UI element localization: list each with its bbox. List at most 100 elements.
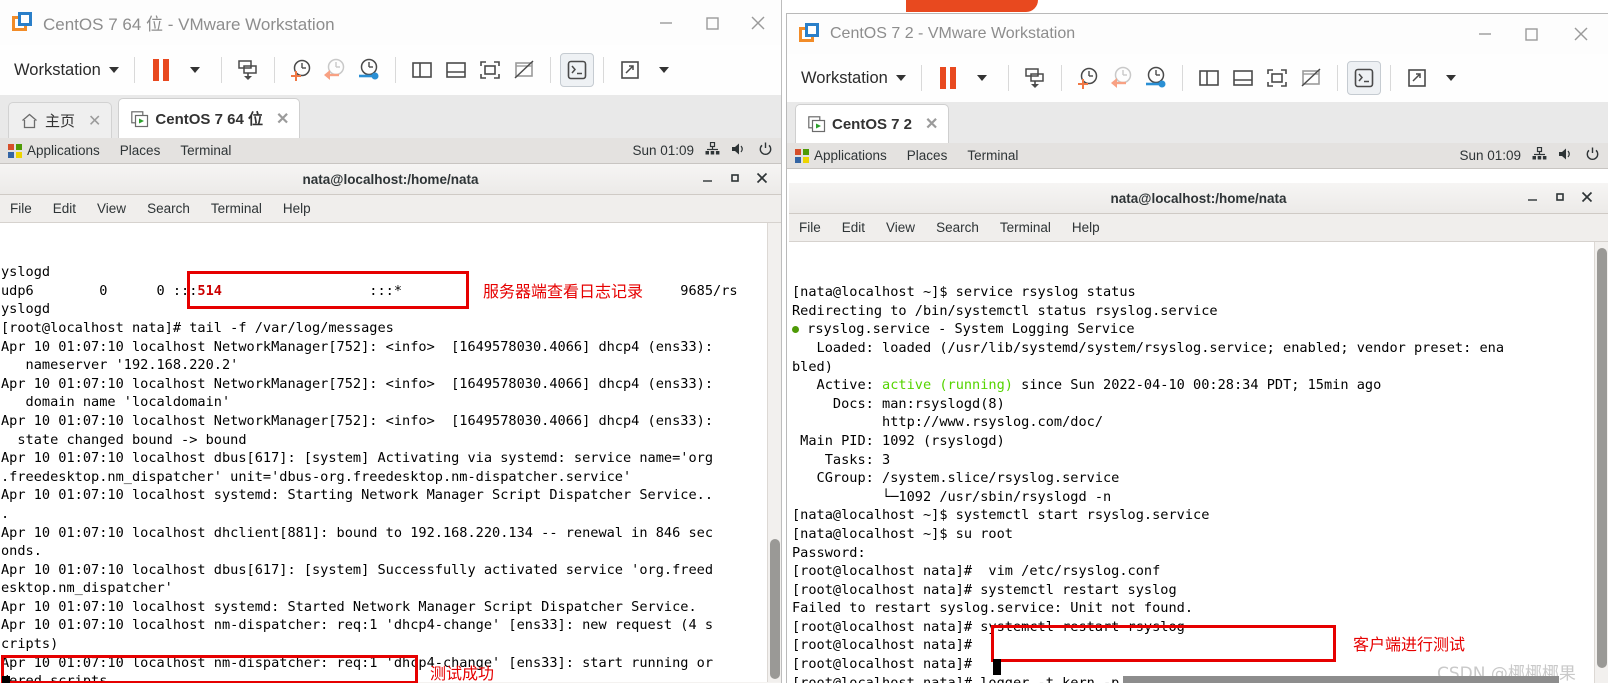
menu-edit[interactable]: Edit — [53, 201, 76, 216]
terminal-text: state changed bound -> bound — [1, 431, 247, 448]
workstation-menu-button[interactable]: Workstation — [8, 61, 125, 80]
console-view-button[interactable] — [559, 53, 594, 87]
terminal-text: onds. — [1, 543, 42, 560]
close-icon[interactable]: ✕ — [925, 114, 938, 134]
maximize-button[interactable] — [728, 171, 741, 187]
terminal-right-scrollbar[interactable] — [1594, 242, 1608, 683]
terminal-left-scrollbar[interactable] — [767, 223, 781, 682]
menu-file[interactable]: File — [799, 220, 821, 235]
gnome-clock[interactable]: Sun 01:09 — [1459, 148, 1521, 163]
terminal-line: [root@localhost nata]# tail -f /var/log/… — [1, 319, 781, 338]
close-button[interactable] — [1580, 190, 1594, 207]
menu-view[interactable]: View — [97, 201, 126, 216]
pause-dropdown-button[interactable] — [965, 61, 999, 95]
close-button[interactable] — [1554, 14, 1608, 54]
terminal-line: Tasks: 3 — [792, 451, 1608, 470]
chevron-down-icon — [895, 75, 906, 81]
expand-button[interactable] — [1400, 61, 1434, 95]
menu-terminal[interactable]: Terminal — [211, 201, 262, 216]
gnome-applications-menu[interactable]: Applications — [8, 143, 100, 158]
minimize-button[interactable] — [701, 171, 714, 187]
unity-mode-button[interactable] — [507, 53, 541, 87]
menu-help[interactable]: Help — [1072, 220, 1100, 235]
snapshot-manager-button[interactable] — [1139, 61, 1173, 95]
close-button[interactable] — [735, 0, 781, 45]
power-icon[interactable] — [758, 142, 773, 160]
menu-search[interactable]: Search — [147, 201, 190, 216]
expand-button[interactable] — [613, 53, 647, 87]
full-screen-button[interactable] — [1260, 61, 1294, 95]
snapshot-take-button[interactable] — [1018, 61, 1052, 95]
left-window-controls — [643, 0, 781, 45]
minimize-button[interactable] — [1526, 190, 1539, 206]
expand-dropdown-button[interactable] — [1434, 61, 1468, 95]
scrollbar-thumb[interactable] — [770, 539, 780, 679]
network-icon[interactable] — [705, 141, 720, 159]
terminal-right-output[interactable]: [nata@localhost ~]$ service rsyslog stat… — [789, 242, 1608, 683]
maximize-button[interactable] — [1553, 190, 1566, 206]
gnome-terminal-menu[interactable]: Terminal — [967, 148, 1018, 163]
menu-view[interactable]: View — [886, 220, 915, 235]
power-icon[interactable] — [1585, 147, 1600, 165]
gnome-applications-menu[interactable]: Applications — [795, 148, 887, 163]
gnome-places-menu[interactable]: Places — [120, 143, 161, 158]
tab-centos7-64[interactable]: CentOS 7 64 位 ✕ — [118, 98, 301, 138]
workstation-menu-label: Workstation — [801, 68, 888, 87]
snapshot-take-button[interactable] — [231, 53, 265, 87]
terminal-line: Password: — [792, 544, 1608, 563]
network-icon[interactable] — [1532, 146, 1547, 164]
gnome-places-menu[interactable]: Places — [907, 148, 948, 163]
snapshot-revert-button[interactable] — [318, 53, 352, 87]
terminal-line: Apr 10 01:07:10 localhost nm-dispatcher:… — [1, 616, 781, 635]
menu-edit[interactable]: Edit — [842, 220, 865, 235]
chevron-down-icon — [976, 75, 987, 81]
pause-button[interactable] — [144, 53, 178, 87]
annotation-server-view-log: 服务器端查看日志记录 — [483, 282, 644, 301]
snapshot-manager-button[interactable] — [352, 53, 386, 87]
menu-search[interactable]: Search — [936, 220, 979, 235]
terminal-line: Failed to restart syslog.service: Unit n… — [792, 599, 1608, 618]
menu-file[interactable]: File — [10, 201, 32, 216]
snapshot-revert-button[interactable] — [1105, 61, 1139, 95]
chevron-down-icon — [658, 67, 669, 73]
gnome-clock[interactable]: Sun 01:09 — [632, 143, 694, 158]
pause-button[interactable] — [931, 61, 965, 95]
terminal-text: yslogd — [1, 264, 51, 281]
terminal-right-menubar: File Edit View Search Terminal Help — [789, 214, 1608, 242]
full-screen-icon — [480, 61, 500, 79]
full-screen-button[interactable] — [473, 53, 507, 87]
right-gnome-panel: Applications Places Terminal Sun 01:09 — [787, 143, 1608, 169]
workstation-menu-button[interactable]: Workstation — [795, 69, 912, 88]
tab-centos7-2[interactable]: CentOS 7 2 ✕ — [795, 104, 950, 143]
snapshot-add-button[interactable] — [284, 53, 318, 87]
volume-icon[interactable] — [1558, 147, 1574, 164]
maximize-button[interactable] — [689, 0, 735, 45]
close-button[interactable] — [755, 171, 769, 188]
minimize-button[interactable] — [1462, 14, 1508, 54]
pause-dropdown-button[interactable] — [178, 53, 212, 87]
expand-dropdown-button[interactable] — [647, 53, 681, 87]
view-side-by-side-button[interactable] — [405, 53, 439, 87]
right-guest-desktop: nata@localhost:/home/nata File Edit View… — [787, 170, 1608, 683]
menu-terminal[interactable]: Terminal — [1000, 220, 1051, 235]
maximize-button[interactable] — [1508, 14, 1554, 54]
close-icon[interactable]: ✕ — [88, 111, 101, 131]
terminal-text: .freedesktop.nm_dispatcher' unit='dbus-o… — [1, 468, 632, 485]
view-stacked-button[interactable] — [1226, 61, 1260, 95]
close-icon[interactable]: ✕ — [276, 109, 289, 129]
view-stacked-button[interactable] — [439, 53, 473, 87]
terminal-text: nameserver '192.168.220.2' — [1, 357, 239, 374]
snapshot-add-button[interactable] — [1071, 61, 1105, 95]
menu-help[interactable]: Help — [283, 201, 311, 216]
terminal-text: rsyslog.service - System Logging Service — [799, 321, 1135, 338]
terminal-window-left: nata@localhost:/home/nata File Edit View… — [0, 164, 781, 683]
minimize-button[interactable] — [643, 0, 689, 45]
scrollbar-thumb[interactable] — [1597, 248, 1607, 668]
volume-icon[interactable] — [731, 142, 747, 159]
view-side-by-side-button[interactable] — [1192, 61, 1226, 95]
gnome-terminal-menu[interactable]: Terminal — [180, 143, 231, 158]
left-window-title: CentOS 7 64 位 - VMware Workstation — [43, 15, 335, 34]
unity-mode-button[interactable] — [1294, 61, 1328, 95]
console-view-button[interactable] — [1346, 61, 1381, 95]
tab-home[interactable]: 主页 ✕ — [8, 102, 113, 138]
